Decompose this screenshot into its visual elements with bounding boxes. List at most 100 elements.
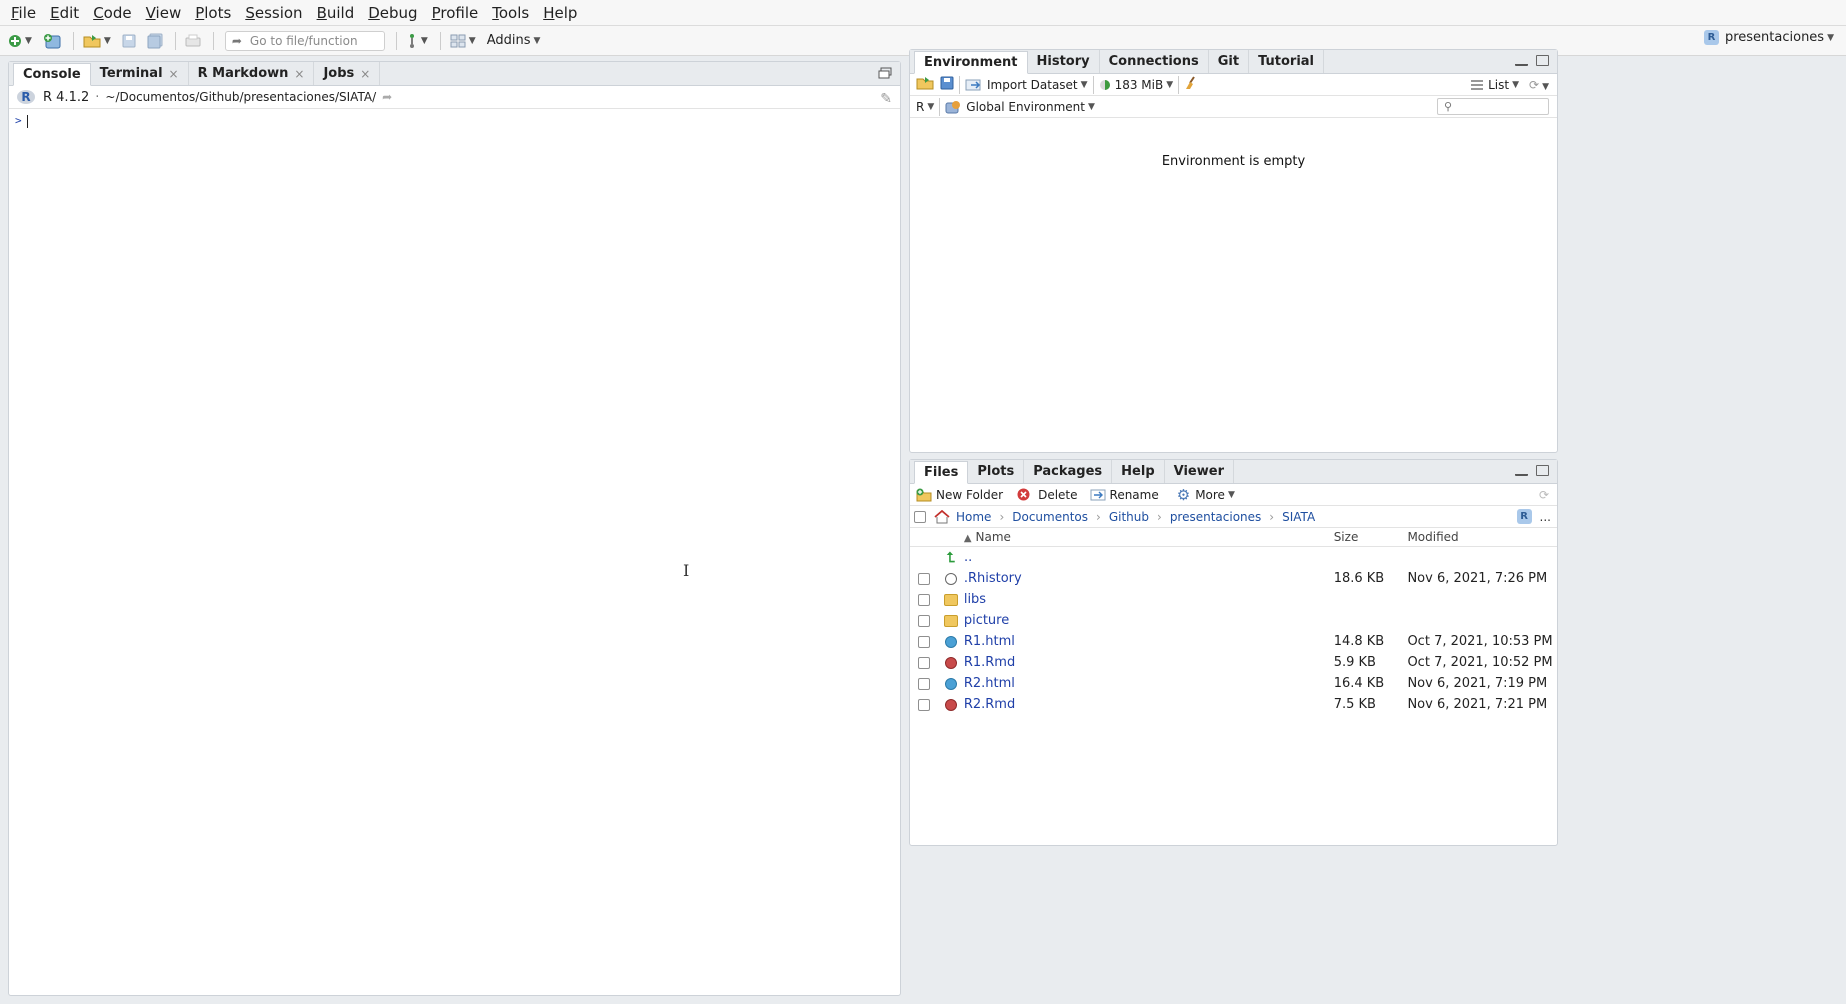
tab-plots[interactable]: Plots	[968, 460, 1025, 483]
menu-code[interactable]: Code	[86, 4, 138, 22]
menu-session[interactable]: Session	[238, 4, 309, 22]
menu-edit[interactable]: Edit	[43, 4, 86, 22]
row-checkbox[interactable]	[917, 593, 930, 606]
file-name[interactable]: .Rhistory	[964, 571, 1334, 586]
breadcrumb-github[interactable]: Github	[1109, 510, 1149, 524]
tab-files[interactable]: Files	[914, 461, 969, 484]
new-file-button[interactable]: ▼	[4, 30, 36, 52]
row-checkbox[interactable]	[917, 677, 930, 690]
version-control-button[interactable]: ▼	[402, 30, 432, 52]
rename-button[interactable]: Rename	[1090, 488, 1159, 502]
row-checkbox[interactable]	[917, 614, 930, 627]
open-file-button[interactable]: ▼	[79, 30, 115, 52]
tab-terminal[interactable]: Terminal ×	[91, 62, 189, 85]
table-row[interactable]: R2.html 16.4 KB Nov 6, 2021, 7:19 PM	[910, 673, 1557, 694]
table-row[interactable]: .Rhistory 18.6 KB Nov 6, 2021, 7:26 PM	[910, 568, 1557, 589]
tab-history[interactable]: History	[1028, 50, 1100, 73]
tab-r-markdown[interactable]: R Markdown ×	[189, 62, 315, 85]
view-mode-button[interactable]: List ▼	[1471, 78, 1519, 92]
tab-console[interactable]: Console	[13, 63, 91, 86]
save-all-button[interactable]	[143, 30, 167, 52]
tab-connections[interactable]: Connections	[1100, 50, 1209, 73]
menu-build[interactable]: Build	[310, 4, 362, 22]
table-row[interactable]: picture	[910, 610, 1557, 631]
language-selector[interactable]: R ▼	[916, 100, 934, 114]
table-row[interactable]: libs	[910, 589, 1557, 610]
breadcrumb-siata[interactable]: SIATA	[1282, 510, 1315, 524]
close-icon[interactable]: ×	[360, 67, 370, 81]
refresh-environment-button[interactable]: ⟳ ▼	[1529, 78, 1549, 92]
new-folder-button[interactable]: New Folder	[916, 488, 1003, 502]
new-project-button[interactable]	[39, 30, 65, 52]
file-name[interactable]: R1.html	[964, 634, 1334, 649]
menu-help[interactable]: Help	[536, 4, 584, 22]
refresh-files-button[interactable]: ⟳	[1539, 488, 1549, 502]
import-dataset-button[interactable]: Import Dataset ▼	[965, 78, 1088, 92]
project-directory-icon[interactable]: R	[1516, 509, 1532, 524]
tab-jobs[interactable]: Jobs ×	[314, 62, 381, 85]
tab-tutorial[interactable]: Tutorial	[1249, 50, 1324, 73]
menu-view[interactable]: View	[139, 4, 189, 22]
breadcrumb-presentaciones[interactable]: presentaciones	[1170, 510, 1261, 524]
tab-help[interactable]: Help	[1112, 460, 1165, 483]
minimize-pane-icon[interactable]	[1515, 62, 1528, 66]
close-icon[interactable]: ×	[294, 67, 304, 81]
column-name-header[interactable]: ▲ Name	[964, 530, 1334, 544]
clear-workspace-button[interactable]	[1184, 76, 1198, 93]
tab-git-label: Git	[1217, 54, 1240, 69]
file-name[interactable]: R1.Rmd	[964, 655, 1334, 670]
load-workspace-button[interactable]	[916, 76, 934, 93]
row-checkbox[interactable]	[917, 572, 930, 585]
environment-search-input[interactable]: ⚲	[1437, 98, 1549, 115]
row-checkbox[interactable]	[917, 635, 930, 648]
menu-profile[interactable]: Profile	[425, 4, 486, 22]
goto-file-function-input[interactable]: ➦ Go to file/function	[224, 30, 385, 51]
parent-directory-link[interactable]: ..	[964, 550, 1335, 565]
table-row[interactable]: R2.Rmd 7.5 KB Nov 6, 2021, 7:21 PM	[910, 694, 1557, 715]
file-name[interactable]: picture	[964, 613, 1334, 628]
breadcrumb-home[interactable]: Home	[956, 510, 991, 524]
row-checkbox[interactable]	[917, 698, 930, 711]
file-name[interactable]: libs	[964, 592, 1334, 607]
workspace-panes-button[interactable]: ▼	[446, 30, 480, 52]
menu-plots[interactable]: Plots	[188, 4, 238, 22]
restore-pane-icon[interactable]	[878, 67, 892, 83]
tab-packages[interactable]: Packages	[1024, 460, 1113, 483]
close-icon[interactable]: ×	[169, 67, 179, 81]
file-size: 7.5 KB	[1333, 697, 1376, 712]
column-modified-header[interactable]: Modified	[1407, 530, 1557, 544]
table-row[interactable]: R1.Rmd 5.9 KB Oct 7, 2021, 10:52 PM	[910, 652, 1557, 673]
more-button[interactable]: ⚙ More ▼	[1177, 486, 1235, 504]
project-menu[interactable]: R presentaciones ▼	[1703, 30, 1834, 45]
table-row[interactable]: R1.html 14.8 KB Oct 7, 2021, 10:53 PM	[910, 631, 1557, 652]
print-button[interactable]	[181, 30, 205, 52]
maximize-pane-icon[interactable]	[1536, 465, 1549, 476]
save-workspace-button[interactable]	[940, 76, 954, 93]
memory-usage-button[interactable]: 183 MiB ▼	[1099, 78, 1173, 92]
tab-git[interactable]: Git	[1209, 50, 1250, 73]
file-name[interactable]: R2.html	[964, 676, 1334, 691]
menu-file[interactable]: File	[4, 4, 43, 22]
clear-console-icon[interactable]: ✎	[880, 91, 892, 107]
file-row-parent[interactable]: ⮤ ..	[910, 547, 1557, 568]
save-button[interactable]	[118, 30, 140, 52]
environment-scope-selector[interactable]: Global Environment ▼	[945, 100, 1095, 114]
tab-viewer[interactable]: Viewer	[1165, 460, 1234, 483]
maximize-pane-icon[interactable]	[1536, 55, 1549, 66]
go-to-directory-icon[interactable]: ➦	[382, 90, 392, 104]
tab-environment[interactable]: Environment	[914, 51, 1028, 74]
menu-debug[interactable]: Debug	[361, 4, 424, 22]
menu-tools[interactable]: Tools	[485, 4, 536, 22]
select-all-checkbox[interactable]	[914, 510, 926, 523]
more-path-button[interactable]: ...	[1540, 510, 1551, 524]
console-input[interactable]: >	[9, 109, 900, 133]
minimize-pane-icon[interactable]	[1515, 472, 1528, 476]
pane-controls	[1515, 465, 1549, 476]
column-size-header[interactable]: Size	[1334, 530, 1408, 544]
breadcrumb-documentos[interactable]: Documentos	[1012, 510, 1088, 524]
project-name: presentaciones	[1724, 30, 1825, 45]
file-name[interactable]: R2.Rmd	[964, 697, 1334, 712]
addins-button[interactable]: Addins ▼	[487, 33, 541, 48]
delete-button[interactable]: Delete	[1017, 488, 1078, 502]
row-checkbox[interactable]	[917, 656, 930, 669]
